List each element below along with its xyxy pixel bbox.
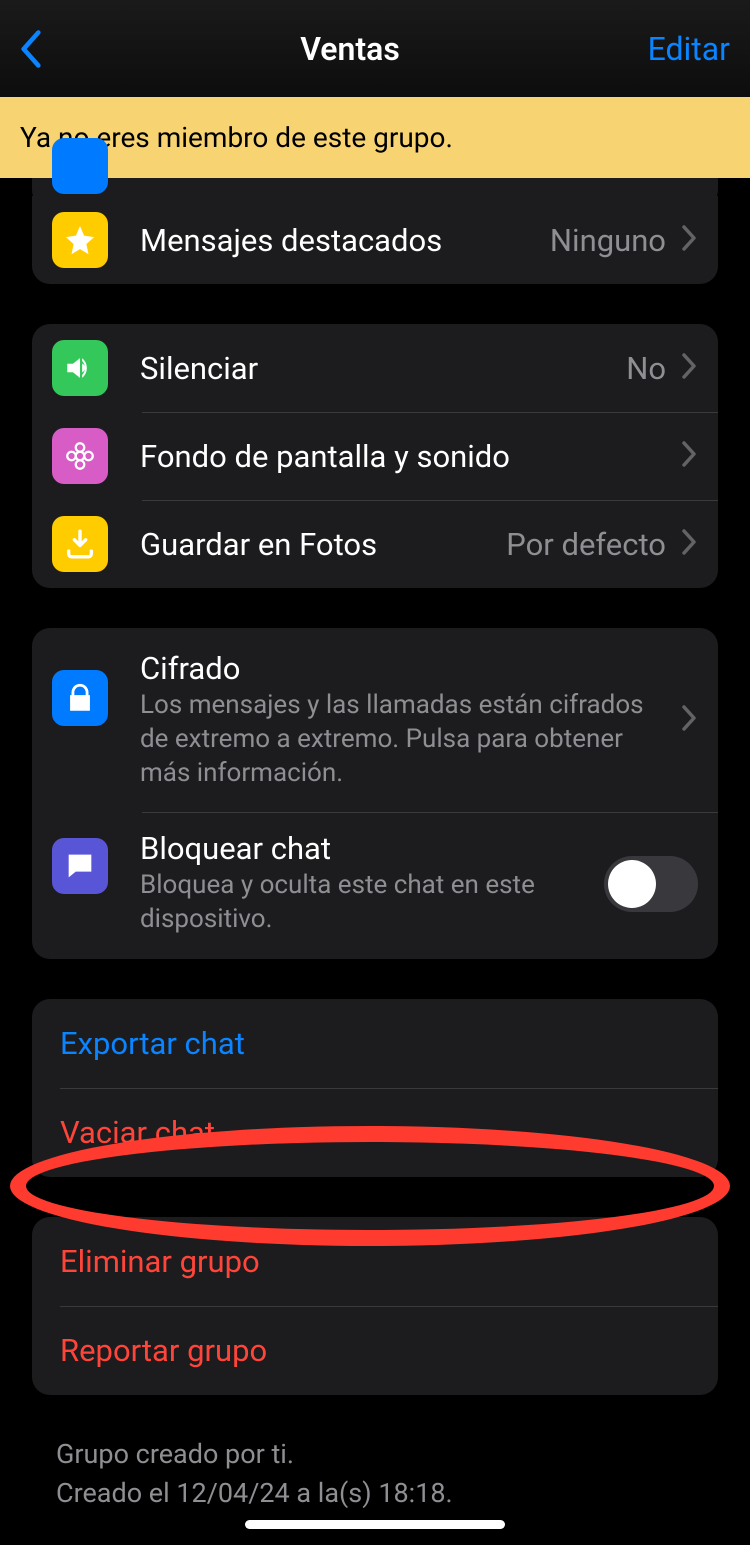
lock-chat-toggle[interactable]: [604, 856, 698, 912]
media-icon: [52, 138, 108, 194]
chevron-right-icon: [682, 225, 698, 255]
starred-label: Mensajes destacados: [140, 222, 550, 259]
chevron-right-icon: [682, 353, 698, 383]
speaker-icon: [52, 340, 108, 396]
chat-lock-icon: [52, 838, 108, 894]
encryption-sub: Los mensajes y las llamadas están cifrad…: [140, 689, 676, 790]
export-chat-button[interactable]: Exportar chat: [32, 999, 718, 1088]
encryption-label: Cifrado: [140, 650, 676, 687]
download-icon: [52, 516, 108, 572]
save-photos-value: Por defecto: [506, 526, 666, 563]
footer-line1: Grupo creado por ti.: [56, 1435, 694, 1474]
chevron-right-icon: [682, 529, 698, 559]
header: Ventas Editar: [0, 0, 750, 97]
edit-button[interactable]: Editar: [640, 30, 730, 68]
wallpaper-row[interactable]: Fondo de pantalla y sonido: [32, 412, 718, 500]
status-banner: Ya no eres miembro de este grupo.: [0, 97, 750, 178]
chevron-right-icon: [682, 705, 698, 735]
mute-value: No: [626, 350, 666, 387]
save-photos-row[interactable]: Guardar en Fotos Por defecto: [32, 500, 718, 588]
lock-chat-sub: Bloquea y oculta este chat en este dispo…: [140, 869, 604, 937]
save-photos-label: Guardar en Fotos: [140, 526, 506, 563]
lock-chat-row[interactable]: Bloquear chat Bloquea y oculta este chat…: [32, 812, 718, 959]
encryption-row[interactable]: Cifrado Los mensajes y las llamadas está…: [32, 628, 718, 812]
mute-row[interactable]: Silenciar No: [32, 324, 718, 412]
mute-label: Silenciar: [140, 350, 626, 387]
flower-icon: [52, 428, 108, 484]
report-group-button[interactable]: Reportar grupo: [32, 1306, 718, 1395]
star-icon: [52, 212, 108, 268]
lock-chat-label: Bloquear chat: [140, 830, 604, 867]
clear-chat-button[interactable]: Vaciar chat: [32, 1088, 718, 1177]
wallpaper-label: Fondo de pantalla y sonido: [140, 438, 676, 475]
starred-value: Ninguno: [550, 222, 666, 259]
chevron-right-icon: [682, 441, 698, 471]
back-button[interactable]: [20, 30, 60, 68]
delete-group-button[interactable]: Eliminar grupo: [32, 1217, 718, 1306]
lock-icon: [52, 670, 108, 726]
starred-messages-row[interactable]: Mensajes destacados Ninguno: [32, 196, 718, 284]
home-indicator[interactable]: [245, 1520, 505, 1529]
page-title: Ventas: [60, 30, 640, 68]
footer-note: Grupo creado por ti. Creado el 12/04/24 …: [0, 1435, 750, 1513]
footer-line2: Creado el 12/04/24 a la(s) 18:18.: [56, 1474, 694, 1513]
